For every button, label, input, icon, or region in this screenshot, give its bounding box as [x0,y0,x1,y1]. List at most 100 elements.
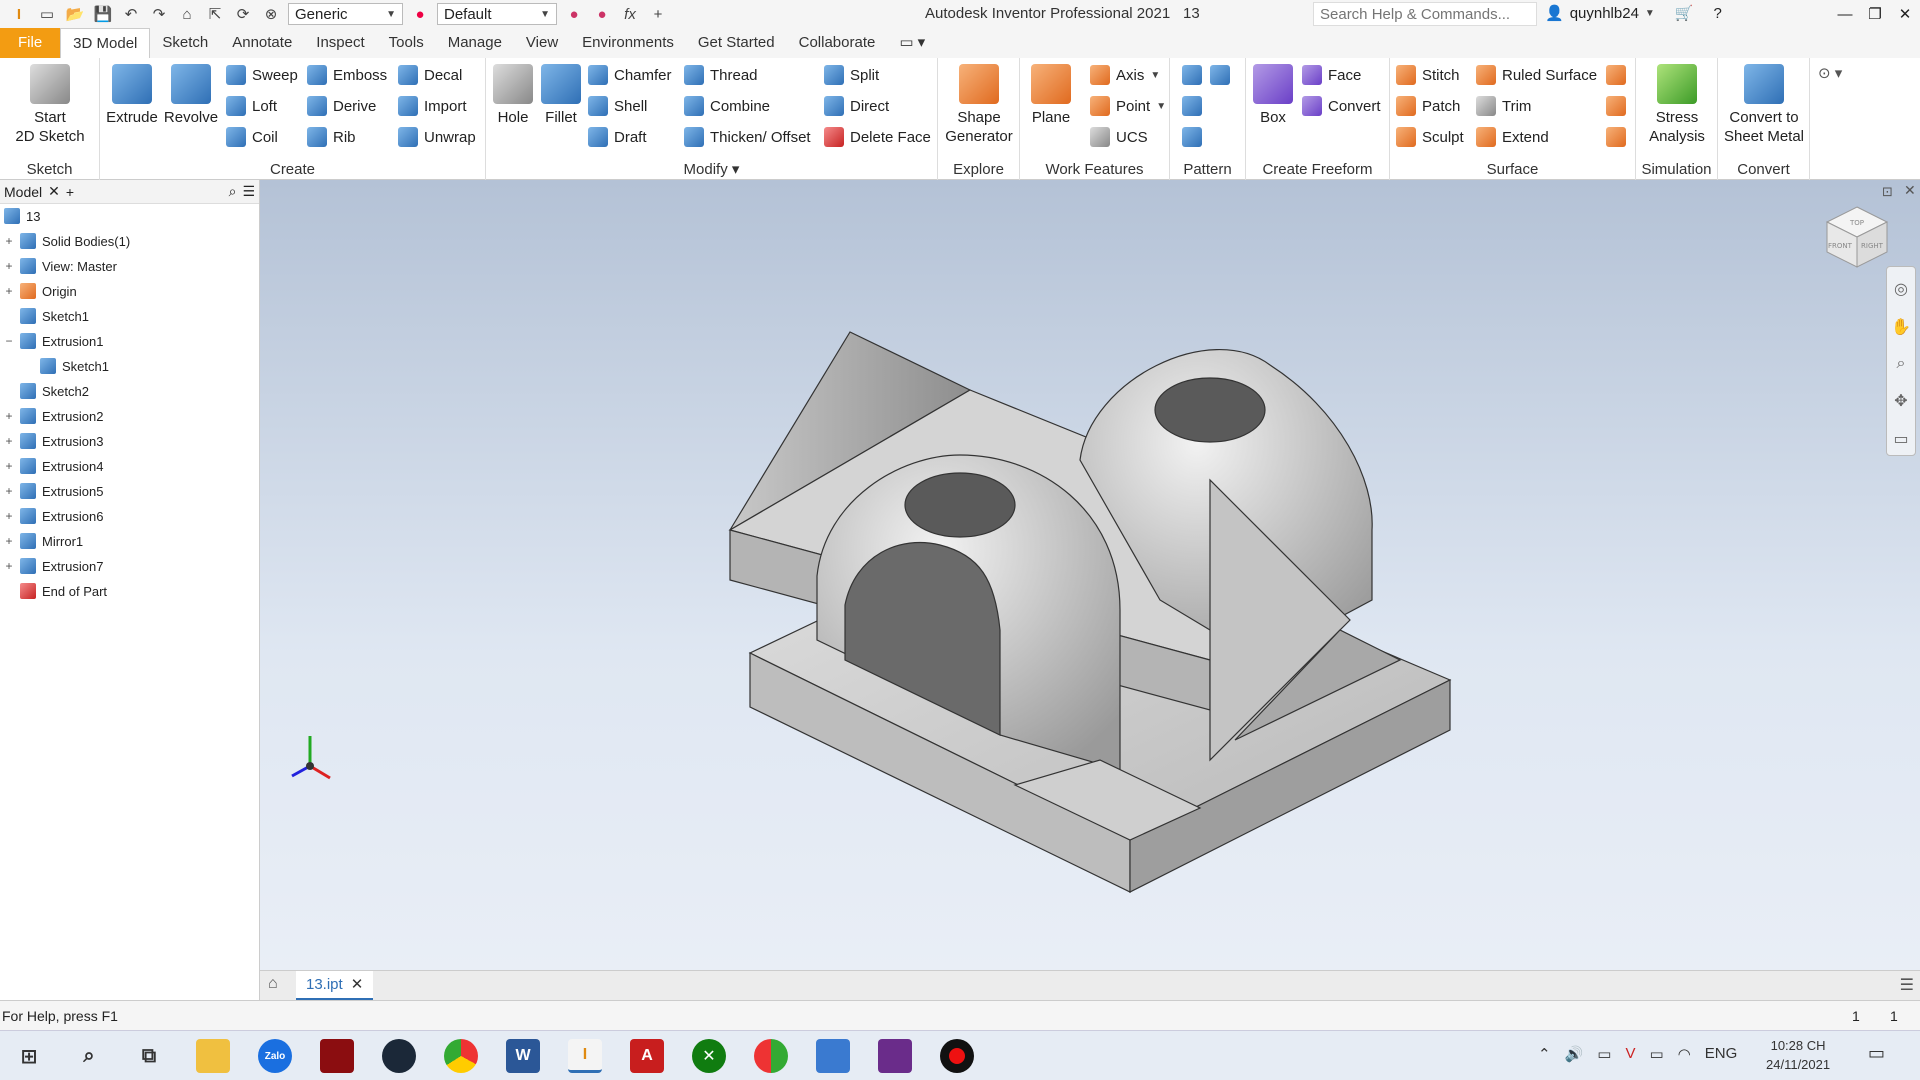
emboss-button[interactable]: Emboss [307,62,387,88]
import-button[interactable]: Import [398,93,467,119]
expand-toggle-icon[interactable]: + [4,284,14,298]
close-icon[interactable]: ✕ [1890,0,1920,28]
notification-icon[interactable]: ▭ [1868,1043,1885,1064]
sweep-button[interactable]: Sweep [226,62,298,88]
steam-icon[interactable] [382,1039,416,1073]
tree-node[interactable]: + Extrusion6 [4,506,103,526]
shell-button[interactable]: Shell [588,93,647,119]
mirror-button[interactable] [1210,62,1230,88]
tree-node[interactable]: + Origin [4,281,77,301]
tree-node[interactable]: + Extrusion3 [4,431,103,451]
ruled-surface-button[interactable]: Ruled Surface [1476,62,1597,88]
ribbon-options-icon[interactable]: ⊙ ▾ [1818,64,1842,82]
inventor-taskbar-icon[interactable]: I [568,1039,602,1073]
browser-tab-model[interactable]: Model [4,184,42,200]
view-cube[interactable]: TOP FRONT RIGHT [1822,202,1892,272]
material-dropdown[interactable]: Default ▼ [437,3,557,25]
surface-extra-1-button[interactable] [1606,62,1626,88]
expand-toggle-icon[interactable]: + [4,259,14,273]
appearance-dropdown[interactable]: Generic ▼ [288,3,403,25]
tray-up-icon[interactable]: ⌃ [1538,1045,1551,1063]
thicken-offset-button[interactable]: Thicken/ Offset [684,124,811,150]
expand-toggle-icon[interactable]: + [4,459,14,473]
extend-button[interactable]: Extend [1476,124,1549,150]
restore-icon[interactable]: ❐ [1860,0,1890,28]
home-icon[interactable]: ⌂ [176,4,198,24]
update-icon[interactable]: ⟳ [232,4,254,24]
file-explorer-icon[interactable] [196,1039,230,1073]
minimize-icon[interactable]: — [1830,0,1860,28]
tab-3d-model[interactable]: 3D Model [60,28,151,58]
thread-button[interactable]: Thread [684,62,758,88]
add-browser-icon[interactable]: + [66,184,74,200]
surface-extra-3-button[interactable] [1606,124,1626,150]
tree-node[interactable]: + Extrusion2 [4,406,103,426]
circular-pattern-button[interactable] [1182,93,1202,119]
tree-node[interactable]: End of Part [4,581,107,601]
unwrap-button[interactable]: Unwrap [398,124,476,150]
adjust-icon[interactable]: ● [563,4,585,24]
pdf-app-icon[interactable] [878,1039,912,1073]
sketch-pattern-button[interactable] [1182,124,1202,150]
redo-icon[interactable]: ↷ [148,4,170,24]
stitch-button[interactable]: Stitch [1396,62,1460,88]
expand-toggle-icon[interactable]: + [4,484,14,498]
user-account[interactable]: 👤 quynhlb24 ▼ 🛒? [1545,4,1722,23]
axis-button[interactable]: Axis ▼ [1090,62,1160,88]
ucs-button[interactable]: UCS [1090,124,1148,150]
tab-inspect[interactable]: Inspect [304,28,376,58]
patch-button[interactable]: Patch [1396,93,1460,119]
tab-file[interactable]: File [0,28,61,58]
expand-toggle-icon[interactable]: + [4,409,14,423]
tree-node[interactable]: Sketch1 [4,306,89,326]
tab-extra-dropdown[interactable]: ▭ ▾ [887,28,937,58]
derive-button[interactable]: Derive [307,93,376,119]
open-file-icon[interactable]: 📂 [64,4,86,24]
plus-icon[interactable]: + [647,4,669,24]
browser-icon[interactable] [754,1039,788,1073]
zalo-icon[interactable]: Zalo [258,1039,292,1073]
extrude-button[interactable]: Extrude [106,64,158,127]
steering-wheel-icon[interactable]: ◎ [1894,279,1908,299]
save-icon[interactable]: 💾 [92,4,114,24]
box-button[interactable]: Box [1250,64,1296,127]
shape-generator-button[interactable]: Shape Generator [942,64,1016,146]
convert-button[interactable]: Convert [1302,93,1381,119]
help-icon[interactable]: ? [1714,5,1722,22]
tab-sketch[interactable]: Sketch [150,28,220,58]
direct-button[interactable]: Direct [824,93,889,119]
tab-manage[interactable]: Manage [436,28,514,58]
v-app-icon[interactable]: V [1625,1045,1635,1063]
speaker-icon[interactable]: 🔊 [1565,1045,1584,1063]
expand-toggle-icon[interactable]: + [4,559,14,573]
close-browser-icon[interactable]: ✕ [48,183,60,200]
tree-node[interactable]: + Extrusion5 [4,481,103,501]
revolve-button[interactable]: Revolve [162,64,220,127]
tree-node[interactable]: + Extrusion7 [4,556,103,576]
autocad-icon[interactable]: A [630,1039,664,1073]
trim-button[interactable]: Trim [1476,93,1531,119]
undo-icon[interactable]: ↶ [120,4,142,24]
viewport-close-icon[interactable]: ✕ [1904,182,1916,199]
doc-tab-13[interactable]: 13.ipt ✕ [296,971,374,1001]
photos-icon[interactable] [816,1039,850,1073]
panel-title-modify[interactable]: Modify ▾ [486,160,937,178]
windows-start-icon[interactable]: ⊞ [12,1039,46,1073]
graphics-viewport[interactable]: TOP FRONT RIGHT ◎ ✋ ⌕ ✥ ▭ ⊡ ✕ [260,180,1920,970]
pan-icon[interactable]: ✋ [1891,317,1911,337]
chrome-icon[interactable] [444,1039,478,1073]
record-icon[interactable] [940,1039,974,1073]
expand-toggle-icon[interactable]: − [4,334,14,348]
split-button[interactable]: Split [824,62,879,88]
clear-icon[interactable]: ● [591,4,613,24]
color-wheel-icon[interactable]: ● [409,4,431,24]
draft-button[interactable]: Draft [588,124,647,150]
sculpt-button[interactable]: Sculpt [1396,124,1464,150]
tree-node[interactable]: + Solid Bodies(1) [4,231,130,251]
start-2d-sketch-button[interactable]: Start 2D Sketch [10,64,90,146]
screen-icon[interactable]: ▭ [1597,1045,1611,1063]
tab-get-started[interactable]: Get Started [686,28,787,58]
zoom-icon[interactable]: ⌕ [1897,355,1906,373]
game-app-icon[interactable] [320,1039,354,1073]
delete-face-button[interactable]: Delete Face [824,124,931,150]
